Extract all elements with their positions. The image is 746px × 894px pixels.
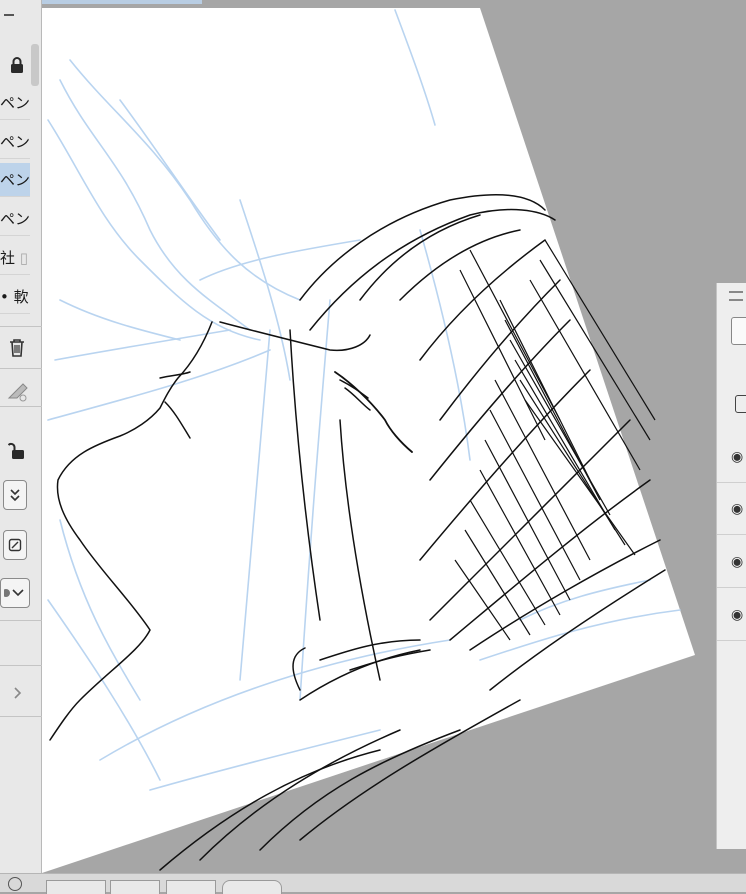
- eye-icon[interactable]: ◉: [731, 501, 743, 517]
- divider: [0, 326, 42, 327]
- menu-icon[interactable]: [729, 291, 743, 301]
- layer-row[interactable]: ◉: [717, 589, 746, 641]
- layer-row[interactable]: ◉: [717, 431, 746, 483]
- brush-item[interactable]: ペン: [0, 125, 30, 159]
- brush-item-label: 社: [0, 249, 16, 267]
- brush-item-selected[interactable]: ペン: [0, 163, 30, 197]
- eye-icon[interactable]: ◉: [731, 607, 743, 623]
- trash-icon[interactable]: [4, 335, 30, 361]
- brush-item-suffix: ▯: [15, 249, 29, 267]
- layer-row[interactable]: ◉: [717, 483, 746, 535]
- unlock-icon[interactable]: [4, 438, 30, 464]
- rotate-icon[interactable]: [8, 877, 22, 891]
- layer-thumbnail-box[interactable]: [731, 317, 746, 345]
- brush-item[interactable]: ペン: [0, 86, 30, 120]
- layer-row[interactable]: ◉: [717, 536, 746, 588]
- divider: [0, 620, 42, 621]
- divider: [0, 716, 42, 717]
- divider: [0, 368, 42, 369]
- new-layer-icon[interactable]: [735, 395, 746, 413]
- brush-item-label: • 軟: [0, 288, 29, 306]
- panel-scrollbar[interactable]: [31, 44, 39, 86]
- eye-icon[interactable]: ◉: [731, 554, 743, 570]
- brush-item[interactable]: 社 ▯: [0, 241, 30, 275]
- eraser-icon[interactable]: [4, 378, 30, 404]
- eye-icon[interactable]: ◉: [731, 449, 743, 465]
- divider: [0, 406, 42, 407]
- drawing-canvas[interactable]: [42, 0, 746, 873]
- layer-panel: ◉ ◉ ◉ ◉: [716, 283, 746, 849]
- divider: [0, 665, 42, 666]
- no-entry-icon[interactable]: [3, 530, 27, 560]
- canvas-status-bar: [0, 873, 746, 894]
- chevron-right-icon[interactable]: [4, 680, 30, 706]
- brush-item[interactable]: • 軟: [0, 280, 30, 314]
- brush-item-label: ペン: [0, 171, 30, 189]
- brush-item[interactable]: ペン: [0, 202, 30, 236]
- panel-tab-marker: [4, 14, 14, 16]
- lock-icon[interactable]: [4, 52, 30, 78]
- brush-tool-panel: ペン ペン ペン ペン 社 ▯ • 軟: [0, 0, 42, 892]
- brush-item-label: ペン: [0, 94, 30, 112]
- brush-item-label: ペン: [0, 210, 30, 228]
- chevron-down-icon[interactable]: [0, 578, 30, 608]
- brush-item-label: ペン: [0, 133, 30, 151]
- double-chevron-down-icon[interactable]: [3, 480, 27, 510]
